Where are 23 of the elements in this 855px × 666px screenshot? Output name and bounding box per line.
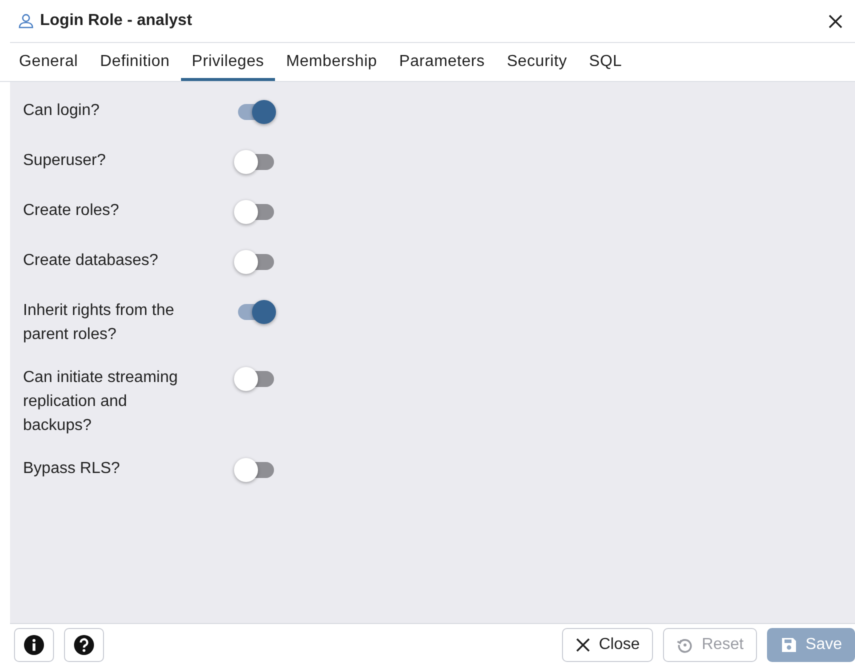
field-label: Superuser? <box>23 151 107 171</box>
tab[interactable]: Parameters <box>388 43 496 81</box>
tab[interactable]: General <box>8 43 90 81</box>
info-button[interactable] <box>14 628 54 662</box>
user-icon <box>18 13 34 29</box>
field-label: Create roles? <box>23 201 120 221</box>
close-button[interactable]: Close <box>562 628 653 662</box>
save-icon <box>780 636 798 654</box>
tab[interactable]: Security <box>496 43 578 81</box>
field-label: Create databases? <box>23 251 160 271</box>
help-icon <box>73 634 95 656</box>
tab[interactable]: SQL <box>578 43 633 81</box>
info-icon <box>23 634 45 656</box>
close-icon <box>574 637 591 653</box>
field-label: Can login? <box>23 101 100 121</box>
window-title: Login Role - analyst <box>40 12 194 30</box>
help-button[interactable] <box>64 628 104 662</box>
field-label: Can initiate streaming replication and backups? <box>23 368 179 436</box>
field-label: Bypass RLS? <box>23 459 121 479</box>
tab[interactable]: Definition <box>89 43 181 81</box>
reset-icon <box>676 636 694 654</box>
field-label: Inherit rights from the parent roles? <box>23 301 176 345</box>
tab[interactable]: Membership <box>275 43 388 81</box>
